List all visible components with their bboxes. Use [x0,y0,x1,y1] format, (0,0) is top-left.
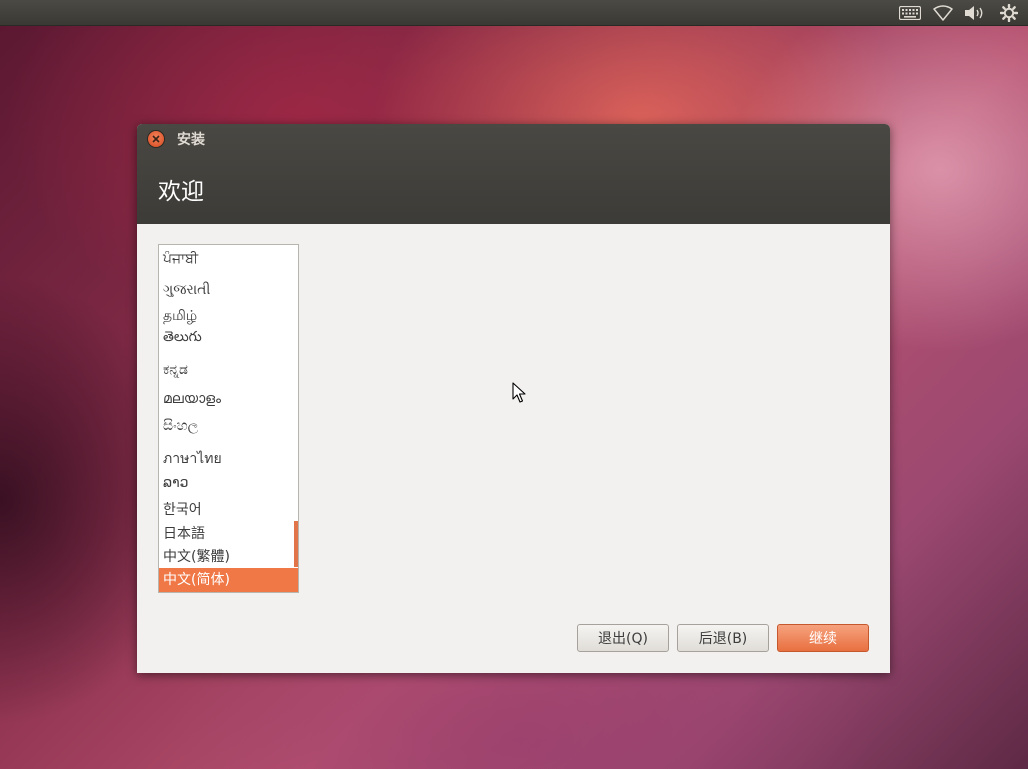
language-item[interactable]: ಕನ್ನಡ [159,362,298,378]
window-title: 安装 [177,132,205,148]
window-titlebar: 安装 欢迎 [137,124,890,224]
continue-button[interactable]: 继续 [777,624,869,652]
language-item[interactable]: 日本語 [159,523,298,543]
close-window-button[interactable] [148,131,164,147]
language-item[interactable]: ਪੰਜਾਬੀ [159,251,298,267]
language-item[interactable]: తెలుగు [159,329,298,348]
power-gear-icon[interactable] [998,3,1020,22]
list-scrollbar[interactable] [294,521,298,567]
language-item[interactable]: ગુજરાતી [159,282,298,298]
language-item[interactable]: 한국어 [159,499,298,519]
wifi-icon[interactable] [932,3,954,22]
language-item[interactable]: 中文(繁體) [159,546,298,566]
language-item-selected[interactable]: 中文(简体) [159,568,298,592]
language-item[interactable]: ภาษาไทย [159,448,298,470]
top-panel [0,0,1028,26]
mouse-pointer-icon [512,382,526,403]
language-item[interactable]: සිංහල [159,418,298,434]
language-item[interactable]: മലയാളം [159,391,298,407]
page-heading: 欢迎 [158,179,204,205]
volume-icon[interactable] [964,3,986,22]
keyboard-icon[interactable] [899,3,921,22]
close-icon [152,135,160,143]
language-list[interactable]: ਪੰਜਾਬੀ ગુજરાતી தமிழ் తెలుగు ಕನ್ನಡ മലയാളം… [158,244,299,593]
language-item[interactable]: தமிழ் [159,308,298,326]
quit-button[interactable]: 退出(Q) [577,624,669,652]
back-button[interactable]: 后退(B) [677,624,769,652]
language-item[interactable]: ລາວ [159,475,298,491]
